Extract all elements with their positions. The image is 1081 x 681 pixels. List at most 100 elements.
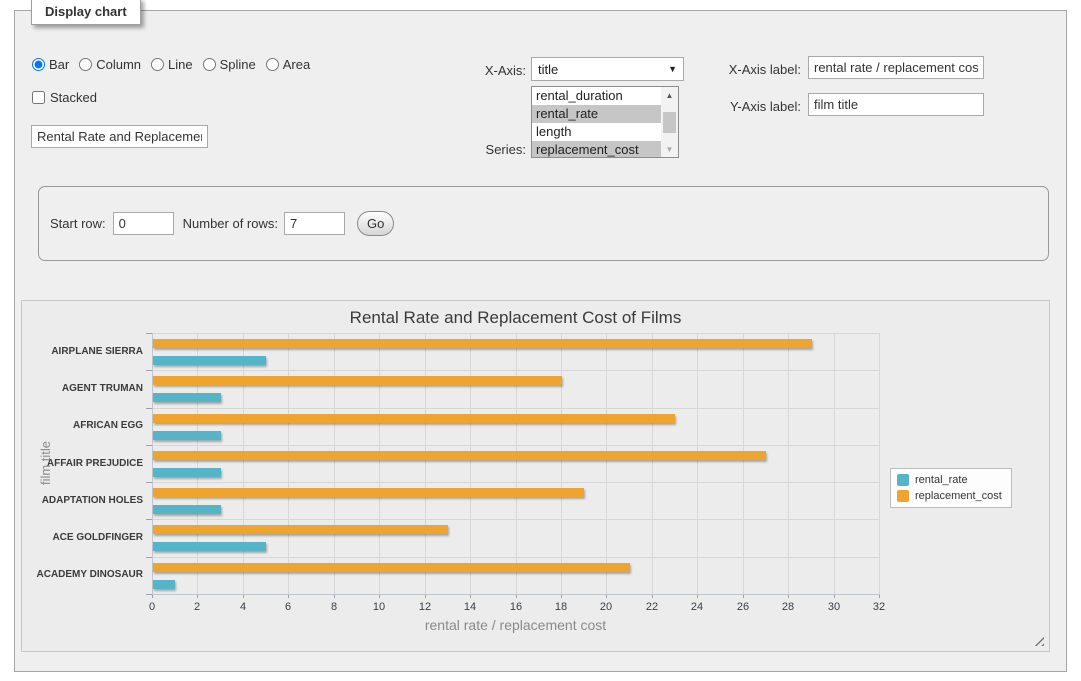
x-axis-tick-label: 20 bbox=[586, 601, 626, 613]
chart-title-input[interactable] bbox=[31, 125, 208, 148]
gridline-vertical bbox=[879, 333, 880, 594]
bar-replacement_cost bbox=[153, 339, 812, 348]
gridline-vertical bbox=[834, 333, 835, 594]
x-axis-tick-label: 24 bbox=[677, 601, 717, 613]
num-rows-input[interactable] bbox=[284, 212, 345, 235]
resize-handle-icon[interactable] bbox=[1033, 635, 1044, 646]
x-axis-tick-label: 12 bbox=[405, 601, 445, 613]
chart-title: Rental Rate and Replacement Cost of Film… bbox=[152, 308, 879, 328]
series-option-replacement-cost[interactable]: replacement_cost bbox=[532, 141, 678, 158]
x-axis-label-input[interactable] bbox=[808, 56, 984, 79]
x-axis-tick-label: 14 bbox=[450, 601, 490, 613]
query-panel: Start row: Number of rows: Go bbox=[38, 186, 1049, 261]
start-row-input[interactable] bbox=[113, 212, 174, 235]
gridline-vertical bbox=[425, 333, 426, 594]
legend-swatch-icon bbox=[897, 490, 909, 502]
bar-rental_rate bbox=[153, 356, 266, 365]
bar-replacement_cost bbox=[153, 525, 448, 534]
legend-label: rental_rate bbox=[915, 474, 968, 486]
series-list-label: Series: bbox=[421, 142, 526, 157]
legend-item-rental_rate[interactable]: rental_rate bbox=[897, 474, 1002, 486]
legend-item-replacement_cost[interactable]: replacement_cost bbox=[897, 490, 1002, 502]
scrollbar-thumb[interactable] bbox=[663, 112, 676, 133]
line-radio-label: Line bbox=[168, 57, 193, 72]
chart-y-axis-title: film title bbox=[38, 383, 54, 543]
gridline-vertical bbox=[606, 333, 607, 594]
x-axis-tick-label: 30 bbox=[814, 601, 854, 613]
num-rows-label: Number of rows: bbox=[183, 216, 278, 231]
bar-rental_rate bbox=[153, 468, 221, 477]
scroll-down-icon[interactable]: ▼ bbox=[661, 141, 678, 157]
bar-rental_rate bbox=[153, 542, 266, 551]
stacked-label: Stacked bbox=[50, 90, 97, 105]
x-axis-tick-label: 18 bbox=[541, 601, 581, 613]
gridline-horizontal bbox=[152, 408, 880, 409]
gridline-vertical bbox=[470, 333, 471, 594]
x-axis-tick-label: 0 bbox=[132, 601, 172, 613]
chart-container: Rental Rate and Replacement Cost of Film… bbox=[21, 300, 1050, 652]
gridline-horizontal bbox=[152, 482, 880, 483]
series-scrollbar[interactable]: ▲ ▼ bbox=[661, 87, 678, 157]
bar-replacement_cost bbox=[153, 563, 630, 572]
y-axis-label-input[interactable] bbox=[808, 93, 984, 116]
spline-radio-label: Spline bbox=[220, 57, 256, 72]
chart-type-radio-group: Bar Column Line Spline Area bbox=[32, 57, 310, 72]
bar-replacement_cost bbox=[153, 488, 584, 497]
column-radio[interactable] bbox=[79, 58, 92, 71]
chart-x-axis-title: rental rate / replacement cost bbox=[152, 617, 879, 633]
series-option-rental-rate[interactable]: rental_rate bbox=[532, 105, 678, 123]
x-axis-tick-label: 8 bbox=[314, 601, 354, 613]
line-radio[interactable] bbox=[151, 58, 164, 71]
chart-legend: rental_rate replacement_cost bbox=[890, 468, 1012, 508]
gridline-vertical bbox=[516, 333, 517, 594]
radio-option-bar[interactable]: Bar bbox=[32, 57, 69, 72]
area-radio[interactable] bbox=[266, 58, 279, 71]
x-axis-tick-label: 4 bbox=[223, 601, 263, 613]
gridline-vertical bbox=[561, 333, 562, 594]
category-label: ACADEMY DINOSAUR bbox=[22, 569, 143, 580]
bar-rental_rate bbox=[153, 505, 221, 514]
bar-rental_rate bbox=[153, 431, 221, 440]
x-axis-tick-label: 22 bbox=[632, 601, 672, 613]
bar-rental_rate bbox=[153, 393, 221, 402]
gridline-vertical bbox=[788, 333, 789, 594]
bar-replacement_cost bbox=[153, 414, 675, 423]
x-axis-tick-label: 10 bbox=[359, 601, 399, 613]
gridline-horizontal bbox=[152, 370, 880, 371]
y-axis-line bbox=[152, 333, 153, 595]
x-axis-tick-label: 16 bbox=[496, 601, 536, 613]
stacked-checkbox[interactable] bbox=[32, 91, 45, 104]
bar-replacement_cost bbox=[153, 376, 562, 385]
bar-radio[interactable] bbox=[32, 58, 45, 71]
gridline-vertical bbox=[243, 333, 244, 594]
x-axis-line bbox=[152, 594, 880, 595]
spline-radio[interactable] bbox=[203, 58, 216, 71]
legend-swatch-icon bbox=[897, 474, 909, 486]
y-axis-label-caption: Y-Axis label: bbox=[661, 99, 801, 114]
radio-option-line[interactable]: Line bbox=[151, 57, 193, 72]
x-axis-tick-label: 26 bbox=[723, 601, 763, 613]
gridline-vertical bbox=[334, 333, 335, 594]
legend-label: replacement_cost bbox=[915, 490, 1002, 502]
radio-option-area[interactable]: Area bbox=[266, 57, 310, 72]
go-button[interactable]: Go bbox=[357, 211, 394, 236]
radio-option-column[interactable]: Column bbox=[79, 57, 141, 72]
category-label: AIRPLANE SIERRA bbox=[22, 346, 143, 357]
series-option-rental-duration[interactable]: rental_duration bbox=[532, 87, 678, 105]
area-radio-label: Area bbox=[283, 57, 310, 72]
gridline-vertical bbox=[288, 333, 289, 594]
gridline-horizontal bbox=[152, 557, 880, 558]
stacked-row: Stacked bbox=[32, 90, 97, 105]
series-option-length[interactable]: length bbox=[532, 123, 678, 141]
radio-option-spline[interactable]: Spline bbox=[203, 57, 256, 72]
bar-replacement_cost bbox=[153, 451, 766, 460]
x-axis-select-value: title bbox=[538, 62, 558, 77]
fieldset-legend: Display chart bbox=[31, 0, 141, 25]
gridline-vertical bbox=[379, 333, 380, 594]
series-listbox[interactable]: rental_duration rental_rate length repla… bbox=[531, 86, 679, 158]
x-axis-tick-label: 6 bbox=[268, 601, 308, 613]
app-screen: Display chart Bar Column Line Spline Are… bbox=[0, 0, 1081, 681]
gridline-horizontal bbox=[152, 333, 880, 334]
bar-radio-label: Bar bbox=[49, 57, 69, 72]
x-axis-label-caption: X-Axis label: bbox=[661, 62, 801, 77]
